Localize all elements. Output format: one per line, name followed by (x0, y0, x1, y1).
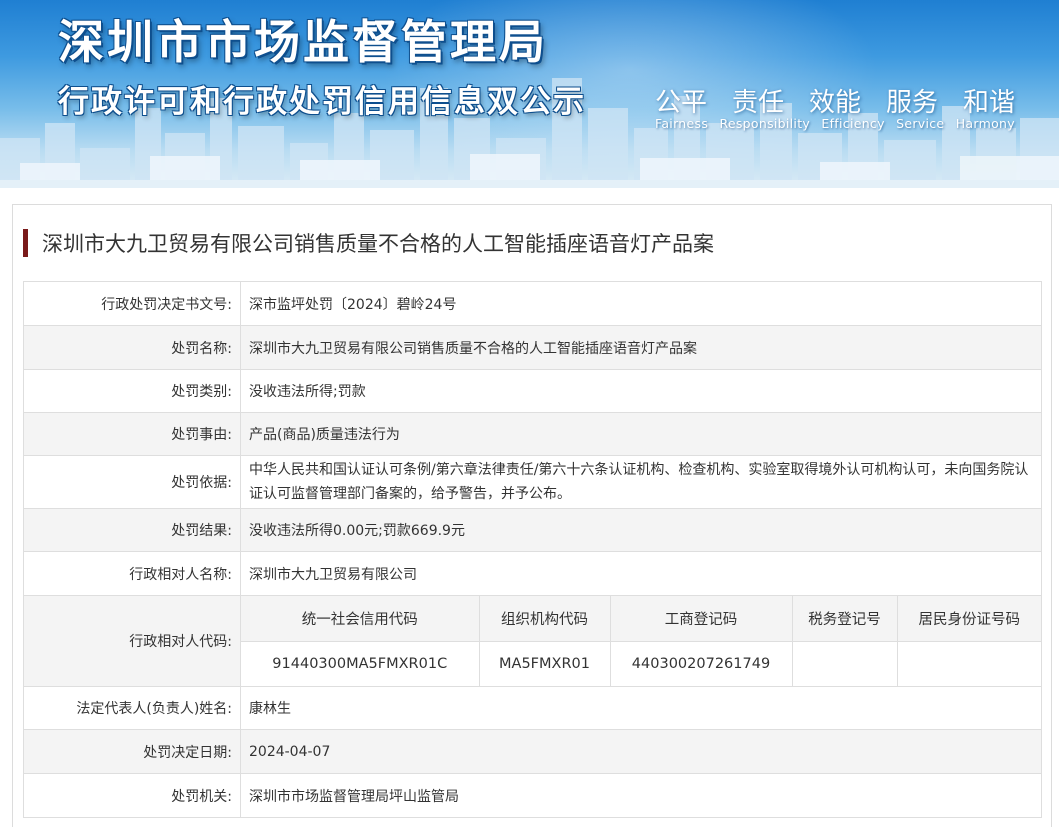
penalty-name-value: 深圳市大九卫贸易有限公司销售质量不合格的人工智能插座语音灯产品案 (240, 325, 1042, 370)
value-en-item: Harmony (955, 116, 1015, 131)
core-values-en: Fairness Responsibility Efficiency Servi… (655, 116, 1015, 131)
penalty-reason-value: 产品(商品)质量违法行为 (240, 412, 1042, 456)
decision-number-value: 深市监坪处罚〔2024〕碧岭24号 (240, 281, 1042, 326)
field-label: 处罚类别: (23, 369, 241, 413)
value-cn-item: 责任 (731, 88, 784, 118)
table-row: 处罚事由: 产品(商品)质量违法行为 (23, 412, 1042, 456)
table-row: 行政相对人代码: 统一社会信用代码 组织机构代码 工商登记码 税务登记号 居民身… (23, 595, 1042, 687)
header-banner: 深圳市市场监督管理局 行政许可和行政处罚信用信息双公示 公平 责任 效能 服务 … (0, 0, 1059, 188)
core-values-cn: 公平 责任 效能 服务 和谐 (655, 82, 1015, 119)
field-label: 行政相对人名称: (23, 551, 241, 596)
value-en-item: Fairness (655, 116, 709, 131)
code-header: 统一社会信用代码 (241, 596, 480, 642)
org-code-value: MA5FMXR01 (479, 641, 611, 686)
id-card-value (897, 641, 1041, 686)
credit-code-value: 91440300MA5FMXR01C (241, 641, 480, 686)
code-header: 税务登记号 (792, 596, 898, 642)
field-label: 处罚名称: (23, 325, 241, 370)
field-label: 行政相对人代码: (23, 595, 241, 687)
table-row: 行政相对人名称: 深圳市大九卫贸易有限公司 (23, 551, 1042, 596)
field-label: 法定代表人(负责人)姓名: (23, 686, 241, 730)
business-reg-code-value: 440300207261749 (610, 641, 793, 686)
value-en-item: Responsibility (719, 116, 811, 131)
field-label: 处罚结果: (23, 508, 241, 552)
counterpart-name-value: 深圳市大九卫贸易有限公司 (240, 551, 1042, 596)
table-row: 处罚依据: 中华人民共和国认证认可条例/第六章法律责任/第六十六条认证机构、检查… (23, 455, 1042, 509)
field-label: 处罚依据: (23, 455, 241, 509)
case-heading: 深圳市大九卫贸易有限公司销售质量不合格的人工智能插座语音灯产品案 (23, 227, 714, 259)
counterpart-code-table: 统一社会信用代码 组织机构代码 工商登记码 税务登记号 居民身份证号码 9144… (241, 596, 1041, 686)
bureau-subtitle: 行政许可和行政处罚信用信息双公示 (58, 84, 586, 120)
field-label: 处罚机关: (23, 773, 241, 818)
case-info-table: 行政处罚决定书文号: 深市监坪处罚〔2024〕碧岭24号 处罚名称: 深圳市大九… (23, 281, 1042, 818)
table-row: 法定代表人(负责人)姓名: 康林生 (23, 686, 1042, 730)
authority-value: 深圳市市场监督管理局坪山监管局 (240, 773, 1042, 818)
table-row: 处罚类别: 没收违法所得;罚款 (23, 369, 1042, 413)
value-en-item: Service (896, 116, 945, 131)
value-en-item: Efficiency (821, 116, 885, 131)
counterpart-code-cell: 统一社会信用代码 组织机构代码 工商登记码 税务登记号 居民身份证号码 9144… (240, 595, 1042, 687)
field-label: 处罚决定日期: (23, 729, 241, 774)
table-row: 处罚结果: 没收违法所得0.00元;罚款669.9元 (23, 508, 1042, 552)
code-header: 居民身份证号码 (897, 596, 1041, 642)
code-value-row: 91440300MA5FMXR01C MA5FMXR01 44030020726… (241, 641, 1041, 686)
penalty-result-value: 没收违法所得0.00元;罚款669.9元 (240, 508, 1042, 552)
table-row: 处罚机关: 深圳市市场监督管理局坪山监管局 (23, 773, 1042, 818)
value-cn-item: 和谐 (962, 88, 1015, 118)
table-row: 处罚决定日期: 2024-04-07 (23, 729, 1042, 774)
heading-accent-bar (23, 229, 28, 257)
field-label: 处罚事由: (23, 412, 241, 456)
bureau-title: 深圳市市场监督管理局 (58, 15, 548, 69)
legal-rep-value: 康林生 (240, 686, 1042, 730)
code-header: 工商登记码 (610, 596, 793, 642)
tax-reg-value (792, 641, 898, 686)
case-title: 深圳市大九卫贸易有限公司销售质量不合格的人工智能插座语音灯产品案 (42, 232, 714, 256)
penalty-type-value: 没收违法所得;罚款 (240, 369, 1042, 413)
table-row: 处罚名称: 深圳市大九卫贸易有限公司销售质量不合格的人工智能插座语音灯产品案 (23, 325, 1042, 370)
table-row: 行政处罚决定书文号: 深市监坪处罚〔2024〕碧岭24号 (23, 281, 1042, 326)
code-header-row: 统一社会信用代码 组织机构代码 工商登记码 税务登记号 居民身份证号码 (241, 596, 1041, 642)
value-cn-item: 效能 (808, 88, 861, 118)
decision-date-value: 2024-04-07 (240, 729, 1042, 774)
penalty-basis-value: 中华人民共和国认证认可条例/第六章法律责任/第六十六条认证机构、检查机构、实验室… (240, 455, 1042, 509)
value-cn-item: 公平 (655, 88, 708, 118)
value-cn-item: 服务 (885, 88, 938, 118)
code-header: 组织机构代码 (479, 596, 611, 642)
case-detail-panel: 深圳市大九卫贸易有限公司销售质量不合格的人工智能插座语音灯产品案 行政处罚决定书… (12, 204, 1052, 827)
field-label: 行政处罚决定书文号: (23, 281, 241, 326)
